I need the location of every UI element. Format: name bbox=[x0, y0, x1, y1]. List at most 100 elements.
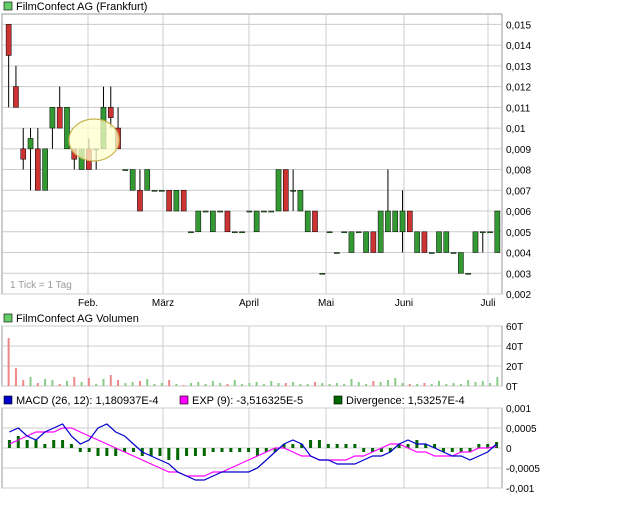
divergence-bar bbox=[211, 448, 215, 452]
divergence-bar bbox=[309, 440, 313, 448]
price-tick-label: 0,012 bbox=[506, 83, 531, 94]
volume-bar bbox=[489, 383, 492, 386]
volume-bar bbox=[7, 338, 10, 386]
candle-body bbox=[268, 210, 275, 213]
highlight-circle bbox=[68, 118, 120, 162]
volume-bar bbox=[211, 381, 214, 386]
divergence-bar bbox=[335, 444, 339, 448]
volume-bar bbox=[467, 380, 470, 386]
candle-body bbox=[450, 252, 457, 254]
stock-chart-stage: FilmConfect AG (Frankfurt) FilmConfect A… bbox=[0, 0, 640, 512]
volume-bar bbox=[401, 383, 404, 386]
volume-bar bbox=[66, 381, 68, 386]
candle-body bbox=[385, 210, 391, 233]
volume-bar bbox=[314, 382, 316, 386]
volume-bar bbox=[350, 379, 353, 386]
divergence-bar bbox=[238, 448, 242, 452]
price-tick-label: 0,006 bbox=[506, 207, 531, 218]
price-tick-label: 0,003 bbox=[506, 269, 531, 280]
candle-body bbox=[326, 231, 333, 234]
candle-body bbox=[20, 148, 27, 160]
volume-bar bbox=[248, 383, 251, 386]
candle-body bbox=[202, 210, 209, 213]
candle-body bbox=[275, 169, 282, 212]
price-tick-label: 0,005 bbox=[506, 228, 531, 239]
candle-body bbox=[159, 190, 165, 192]
volume-bar bbox=[182, 385, 185, 386]
volume-bar bbox=[146, 379, 149, 386]
volume-bar bbox=[284, 383, 287, 386]
candle-body bbox=[399, 210, 406, 233]
macd-tick-label: -0,0005 bbox=[506, 464, 540, 475]
volume-bar bbox=[270, 381, 273, 386]
candle-body bbox=[210, 210, 216, 233]
month-label: Feb. bbox=[78, 298, 98, 309]
volume-bar bbox=[379, 382, 382, 386]
macd-tick-label: 0,0005 bbox=[506, 424, 537, 435]
month-label: Mai bbox=[318, 298, 334, 309]
volume-bar bbox=[365, 384, 368, 386]
candle-body bbox=[261, 210, 267, 213]
candle-body bbox=[334, 252, 340, 254]
price-tick-label: 0,013 bbox=[506, 62, 531, 73]
candle-body bbox=[428, 252, 435, 254]
divergence-bar bbox=[344, 444, 348, 448]
volume-bar bbox=[386, 380, 389, 386]
volume-plot-frame bbox=[1, 325, 503, 387]
divergence-bar bbox=[87, 448, 91, 452]
candle-body bbox=[217, 210, 223, 213]
price-tick-label: 0,01 bbox=[506, 124, 526, 135]
candle-body bbox=[246, 210, 253, 213]
divergence-legend-swatch bbox=[333, 395, 343, 405]
candle-body bbox=[407, 210, 413, 233]
volume-bar bbox=[335, 383, 338, 386]
candle-body bbox=[49, 107, 56, 129]
candle-body bbox=[27, 138, 34, 150]
volume-bar bbox=[102, 379, 105, 386]
divergence-bar bbox=[247, 448, 251, 452]
macd-legend-label: MACD (26, 12): 1,180937E-4 bbox=[16, 395, 158, 407]
divergence-bar bbox=[16, 436, 20, 448]
divergence-bar bbox=[131, 448, 135, 452]
candle-body bbox=[231, 231, 238, 234]
volume-bar bbox=[160, 383, 163, 386]
volume-bar bbox=[109, 375, 112, 386]
candle-body bbox=[421, 231, 428, 253]
volume-bar bbox=[496, 377, 499, 386]
volume-bar bbox=[481, 381, 484, 386]
candle-body bbox=[107, 107, 114, 118]
volume-bar bbox=[328, 384, 331, 386]
tick-note: 1 Tick = 1 Tag bbox=[10, 280, 72, 291]
macd-legend-swatch bbox=[3, 395, 13, 405]
candle-body bbox=[13, 86, 19, 108]
stock-chart: FilmConfect AG (Frankfurt) FilmConfect A… bbox=[1, 1, 540, 495]
divergence-bar bbox=[326, 444, 330, 448]
divergence-bar bbox=[185, 448, 189, 456]
candle-body bbox=[151, 190, 158, 192]
macd-tick-label: 0 bbox=[506, 444, 512, 455]
volume-bar bbox=[292, 382, 295, 386]
signal-legend-label: EXP (9): -3,516325E-5 bbox=[192, 395, 303, 407]
candle-body bbox=[319, 273, 326, 275]
divergence-bar bbox=[114, 448, 118, 456]
volume-bar bbox=[241, 384, 244, 386]
candle-body bbox=[304, 210, 311, 233]
divergence-bar bbox=[317, 440, 321, 448]
volume-bar bbox=[233, 380, 236, 386]
candle-body bbox=[443, 231, 450, 253]
signal-legend-swatch bbox=[179, 395, 189, 405]
price-tick-label: 0,002 bbox=[506, 290, 531, 301]
volume-bar bbox=[255, 382, 258, 386]
divergence-legend-label: Divergence: 1,53257E-4 bbox=[346, 395, 465, 407]
volume-bar bbox=[204, 384, 207, 386]
divergence-bar bbox=[78, 448, 82, 452]
volume-bar bbox=[117, 380, 120, 386]
divergence-bar bbox=[52, 440, 56, 448]
candle-body bbox=[122, 169, 129, 171]
price-tick-label: 0,015 bbox=[506, 20, 531, 31]
candle-body bbox=[458, 252, 464, 274]
candle-body bbox=[188, 231, 194, 234]
divergence-bar bbox=[229, 448, 233, 452]
divergence-bar bbox=[105, 448, 109, 456]
volume-bar bbox=[197, 382, 200, 386]
